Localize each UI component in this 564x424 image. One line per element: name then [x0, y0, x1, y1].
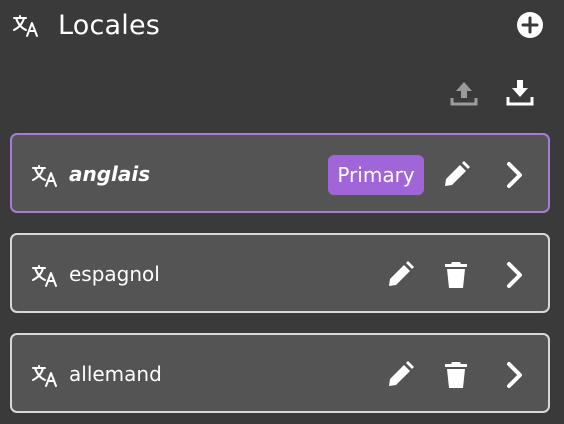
- pencil-icon: [440, 159, 472, 191]
- locale-row-anglais[interactable]: anglais Primary: [10, 133, 550, 213]
- edit-button[interactable]: [384, 359, 416, 391]
- locale-row-espagnol[interactable]: espagnol: [10, 233, 550, 313]
- open-locale-button[interactable]: [498, 359, 530, 391]
- translate-icon: [31, 364, 59, 388]
- chevron-right-icon: [498, 259, 530, 291]
- upload-button[interactable]: [449, 78, 479, 108]
- chevron-right-icon: [498, 159, 530, 191]
- add-locale-button[interactable]: [515, 10, 545, 40]
- download-icon: [505, 77, 535, 107]
- pencil-icon: [384, 359, 416, 391]
- trash-icon: [440, 359, 472, 391]
- translate-icon: [31, 264, 59, 288]
- panel-header: Locales: [0, 0, 564, 56]
- locale-name: allemand: [69, 362, 162, 386]
- primary-badge: Primary: [328, 155, 424, 195]
- add-circle-icon: [515, 10, 545, 40]
- locale-row-allemand[interactable]: allemand: [10, 333, 550, 413]
- page-title: Locales: [58, 10, 161, 41]
- download-button[interactable]: [505, 77, 535, 107]
- locale-name: anglais: [69, 162, 151, 186]
- open-locale-button[interactable]: [498, 259, 530, 291]
- locale-name: espagnol: [69, 262, 160, 286]
- trash-icon: [440, 259, 472, 291]
- chevron-right-icon: [498, 359, 530, 391]
- open-locale-button[interactable]: [498, 159, 530, 191]
- upload-icon: [449, 78, 479, 108]
- locales-panel: Locales anglais Primary espagnol alleman…: [0, 0, 564, 424]
- delete-button[interactable]: [440, 359, 472, 391]
- edit-button[interactable]: [384, 259, 416, 291]
- translate-icon: [12, 14, 40, 38]
- pencil-icon: [384, 259, 416, 291]
- edit-button[interactable]: [440, 159, 472, 191]
- translate-icon: [31, 164, 59, 188]
- delete-button[interactable]: [440, 259, 472, 291]
